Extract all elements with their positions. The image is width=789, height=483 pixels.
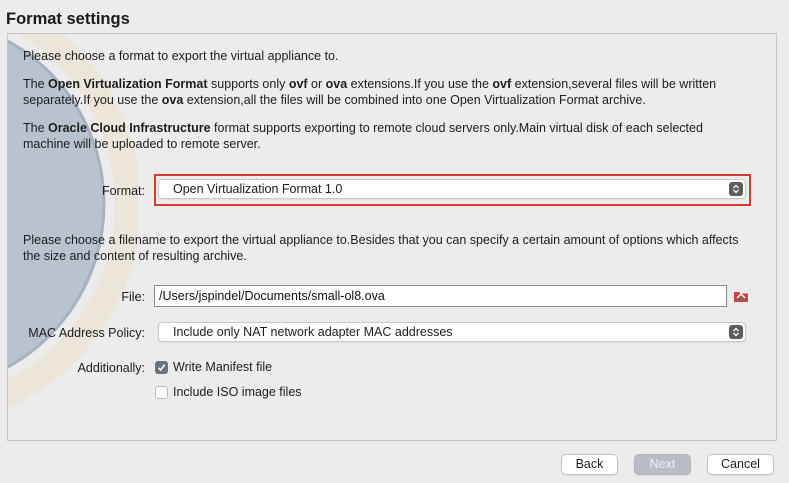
mac-policy-select[interactable]: Include only NAT network adapter MAC add… <box>158 322 746 342</box>
write-manifest-label: Write Manifest file <box>173 360 273 374</box>
oci-description: The Oracle Cloud Infrastructure format s… <box>23 121 703 151</box>
format-label: Format: <box>101 184 145 198</box>
ovf-description: The Open Virtualization Format supports … <box>23 77 717 107</box>
chevron-updown-icon <box>729 182 743 196</box>
include-iso-label: Include ISO image files <box>173 385 302 399</box>
mac-policy-value: Include only NAT network adapter MAC add… <box>173 325 453 339</box>
filename-description: Please choose a filename to export the v… <box>23 233 739 263</box>
write-manifest-checkbox[interactable]: Write Manifest file <box>155 360 272 374</box>
wizard-title: Format settings <box>6 10 130 28</box>
cancel-button[interactable]: Cancel <box>707 454 774 475</box>
back-button[interactable]: Back <box>561 454 618 475</box>
checkmark-icon <box>155 360 168 374</box>
format-value: Open Virtualization Format 1.0 <box>173 182 343 196</box>
file-path-input[interactable] <box>154 285 727 307</box>
intro-text: Please choose a format to export the vir… <box>23 49 339 63</box>
additionally-label: Additionally: <box>77 361 145 375</box>
folder-open-icon[interactable] <box>733 288 749 304</box>
format-select[interactable]: Open Virtualization Format 1.0 <box>158 179 746 199</box>
file-label: File: <box>121 290 145 304</box>
mac-policy-label: MAC Address Policy: <box>28 326 145 340</box>
include-iso-checkbox[interactable]: Include ISO image files <box>155 385 302 399</box>
next-button[interactable]: Next <box>634 454 691 475</box>
empty-checkbox-icon <box>155 385 168 399</box>
chevron-updown-icon <box>729 325 743 339</box>
format-settings-panel: Please choose a format to export the vir… <box>7 33 777 441</box>
